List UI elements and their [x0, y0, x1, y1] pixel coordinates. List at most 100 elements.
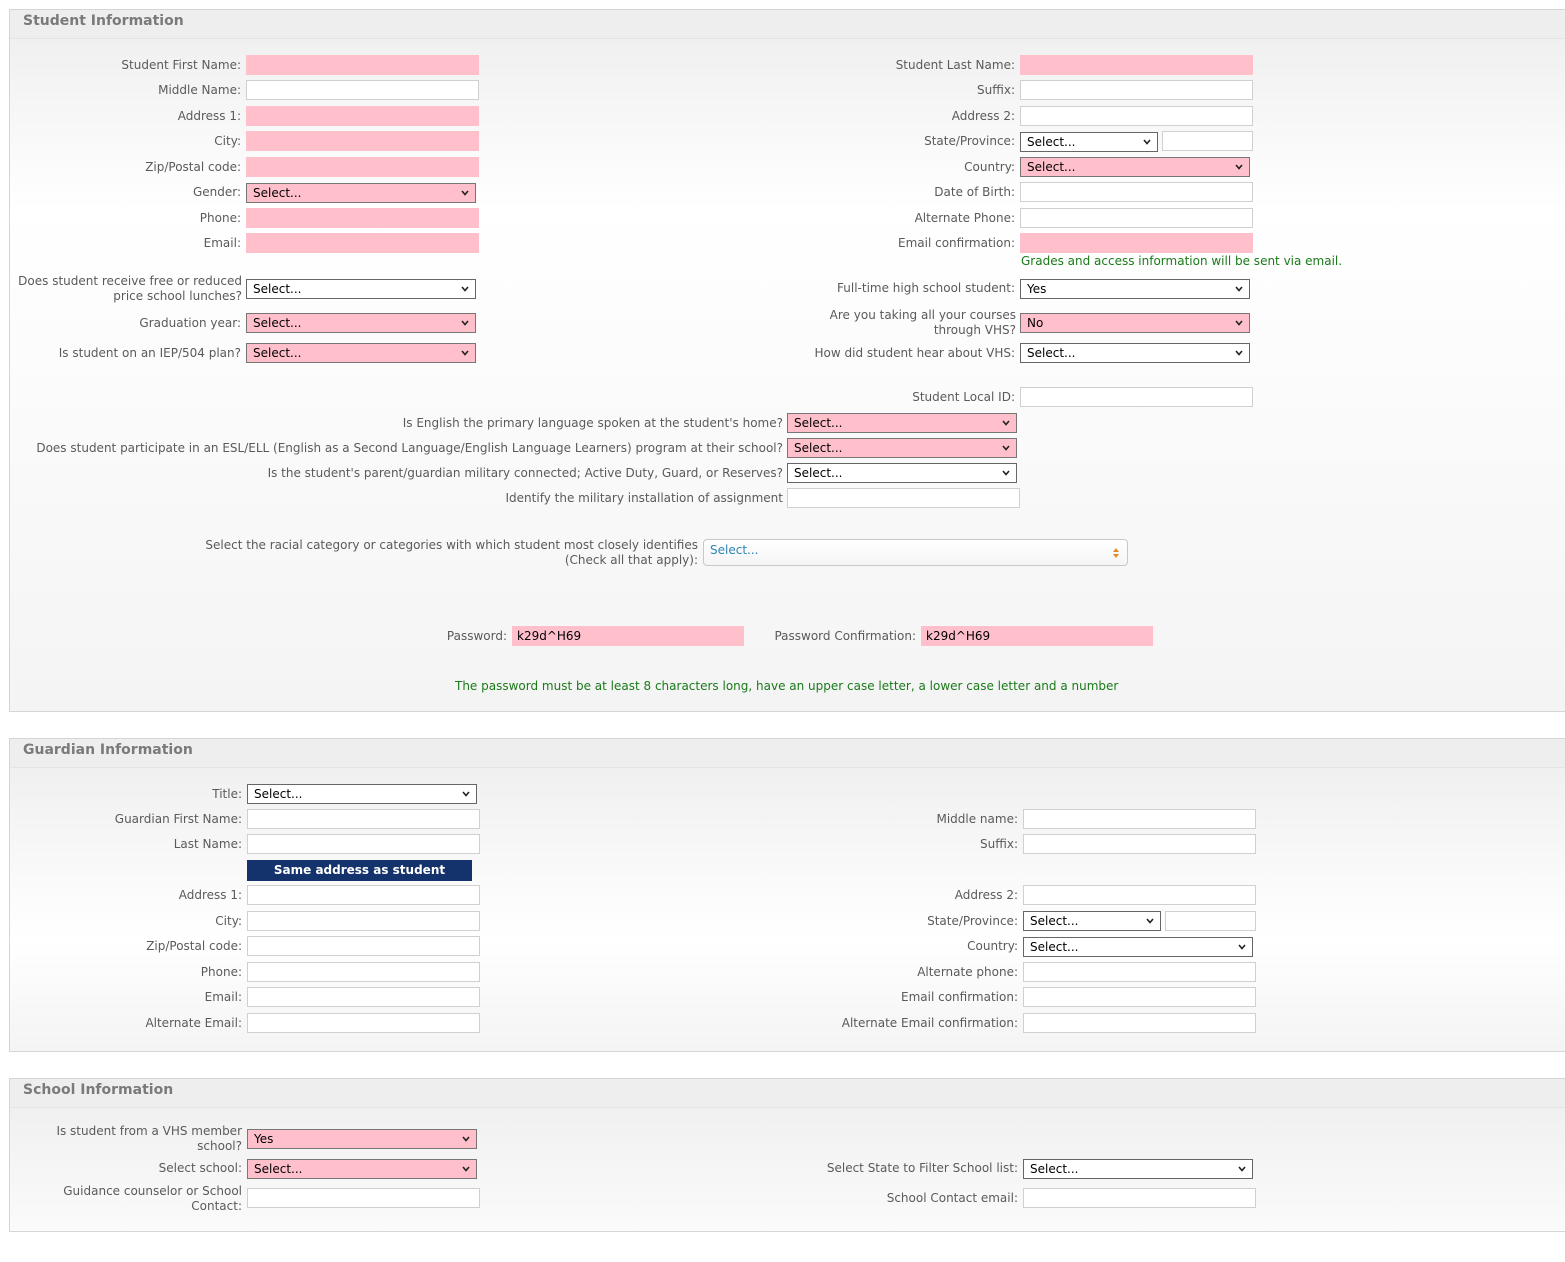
state-filter-select[interactable]: Select... [1023, 1159, 1253, 1179]
chevron-down-icon [1235, 320, 1243, 326]
email-confirm-input[interactable] [1020, 233, 1253, 253]
hear-about-value: Select... [1027, 346, 1076, 360]
chevron-down-icon [461, 286, 469, 292]
zip-input[interactable] [246, 157, 479, 177]
guardian-alt-email-confirm-input[interactable] [1023, 1013, 1256, 1033]
chevron-down-icon [1002, 445, 1010, 451]
chevron-down-icon [462, 1166, 470, 1172]
member-school-select[interactable]: Yes [247, 1129, 477, 1149]
state-other-input[interactable] [1162, 131, 1253, 151]
email-label: Email: [203, 236, 241, 250]
section-title: School Information [23, 1082, 174, 1098]
hear-about-select[interactable]: Select... [1020, 343, 1250, 363]
race-label-line1: Select the racial category or categories… [205, 538, 698, 552]
guardian-suffix-input[interactable] [1023, 834, 1256, 854]
contact-email-input[interactable] [1023, 1188, 1256, 1208]
guardian-first-name-label: Guardian First Name: [114, 812, 242, 826]
email-input[interactable] [246, 233, 479, 253]
local-id-label: Student Local ID: [912, 390, 1015, 404]
section-header: Student Information [10, 10, 1565, 39]
guardian-title-select[interactable]: Select... [247, 784, 477, 804]
guardian-middle-name-input[interactable] [1023, 809, 1256, 829]
guardian-country-select[interactable]: Select... [1023, 937, 1253, 957]
guardian-state-other-input[interactable] [1165, 911, 1256, 931]
address2-input[interactable] [1020, 106, 1253, 126]
password-note: The password must be at least 8 characte… [455, 679, 1119, 693]
chevron-down-icon [1238, 1166, 1246, 1172]
guardian-address2-input[interactable] [1023, 885, 1256, 905]
middle-name-input[interactable] [246, 80, 479, 100]
address1-input[interactable] [246, 106, 479, 126]
english-primary-select[interactable]: Select... [787, 413, 1017, 433]
guardian-zip-input[interactable] [247, 936, 480, 956]
guardian-email-confirm-label: Email confirmation: [900, 990, 1018, 1004]
guardian-first-name-input[interactable] [247, 809, 480, 829]
last-name-input[interactable] [1020, 55, 1253, 75]
alt-phone-input[interactable] [1020, 208, 1253, 228]
english-primary-label: Is English the primary language spoken a… [402, 416, 783, 430]
military-value: Select... [794, 466, 843, 480]
first-name-input[interactable] [246, 55, 479, 75]
chevron-down-icon [1235, 164, 1243, 170]
sort-arrows-icon [1113, 548, 1119, 558]
guardian-title-value: Select... [254, 787, 303, 801]
country-label: Country: [964, 160, 1015, 174]
guardian-information-section: Guardian Information [9, 738, 1565, 1052]
select-school-select[interactable]: Select... [247, 1159, 477, 1179]
city-label: City: [214, 134, 241, 148]
military-label: Is the student's parent/guardian militar… [267, 466, 783, 480]
counselor-input[interactable] [247, 1188, 480, 1208]
chevron-down-icon [1143, 139, 1151, 145]
guardian-state-value: Select... [1030, 914, 1079, 928]
dob-input[interactable] [1020, 182, 1253, 202]
guardian-email-input[interactable] [247, 987, 480, 1007]
military-select[interactable]: Select... [787, 463, 1017, 483]
full-time-select[interactable]: Yes [1020, 279, 1250, 299]
guardian-last-name-input[interactable] [247, 834, 480, 854]
military-installation-input[interactable] [787, 488, 1020, 508]
chevron-down-icon [461, 190, 469, 196]
esl-select[interactable]: Select... [787, 438, 1017, 458]
guardian-middle-name-label: Middle name: [936, 812, 1018, 826]
graduation-year-value: Select... [253, 316, 302, 330]
free-lunch-label: Does student receive free or reduced pri… [18, 274, 242, 303]
graduation-year-select[interactable]: Select... [246, 313, 476, 333]
section-title: Student Information [23, 13, 184, 29]
race-multiselect[interactable]: Select... [703, 539, 1128, 566]
select-school-label: Select school: [158, 1161, 242, 1175]
chevron-down-icon [461, 320, 469, 326]
country-select[interactable]: Select... [1020, 157, 1250, 177]
guardian-city-input[interactable] [247, 911, 480, 931]
guardian-alt-phone-label: Alternate phone: [917, 965, 1018, 979]
state-select[interactable]: Select... [1020, 132, 1158, 152]
state-filter-label: Select State to Filter School list: [826, 1161, 1018, 1175]
phone-input[interactable] [246, 208, 479, 228]
section-header: Guardian Information [10, 739, 1565, 768]
password-confirm-input[interactable] [921, 626, 1153, 646]
section-title: Guardian Information [23, 742, 193, 758]
chevron-down-icon [1235, 350, 1243, 356]
same-address-button[interactable]: Same address as student [247, 860, 472, 881]
local-id-input[interactable] [1020, 387, 1253, 407]
race-label: Select the racial category or categories… [205, 538, 698, 568]
guardian-last-name-label: Last Name: [173, 837, 242, 851]
guardian-phone-input[interactable] [247, 962, 480, 982]
iep-label: Is student on an IEP/504 plan? [58, 346, 241, 360]
iep-select[interactable]: Select... [246, 343, 476, 363]
guardian-address1-input[interactable] [247, 885, 480, 905]
city-input[interactable] [246, 131, 479, 151]
guardian-state-select[interactable]: Select... [1023, 911, 1161, 931]
guardian-phone-label: Phone: [200, 965, 242, 979]
member-school-value: Yes [254, 1132, 274, 1146]
password-input[interactable] [512, 626, 744, 646]
suffix-input[interactable] [1020, 80, 1253, 100]
guardian-email-confirm-input[interactable] [1023, 987, 1256, 1007]
country-value: Select... [1027, 160, 1076, 174]
guardian-alt-email-input[interactable] [247, 1013, 480, 1033]
free-lunch-select[interactable]: Select... [246, 279, 476, 299]
guardian-alt-phone-input[interactable] [1023, 962, 1256, 982]
state-label: State/Province: [924, 134, 1015, 148]
all-courses-select[interactable]: No [1020, 313, 1250, 333]
gender-select[interactable]: Select... [246, 183, 476, 203]
all-courses-value: No [1027, 316, 1044, 330]
